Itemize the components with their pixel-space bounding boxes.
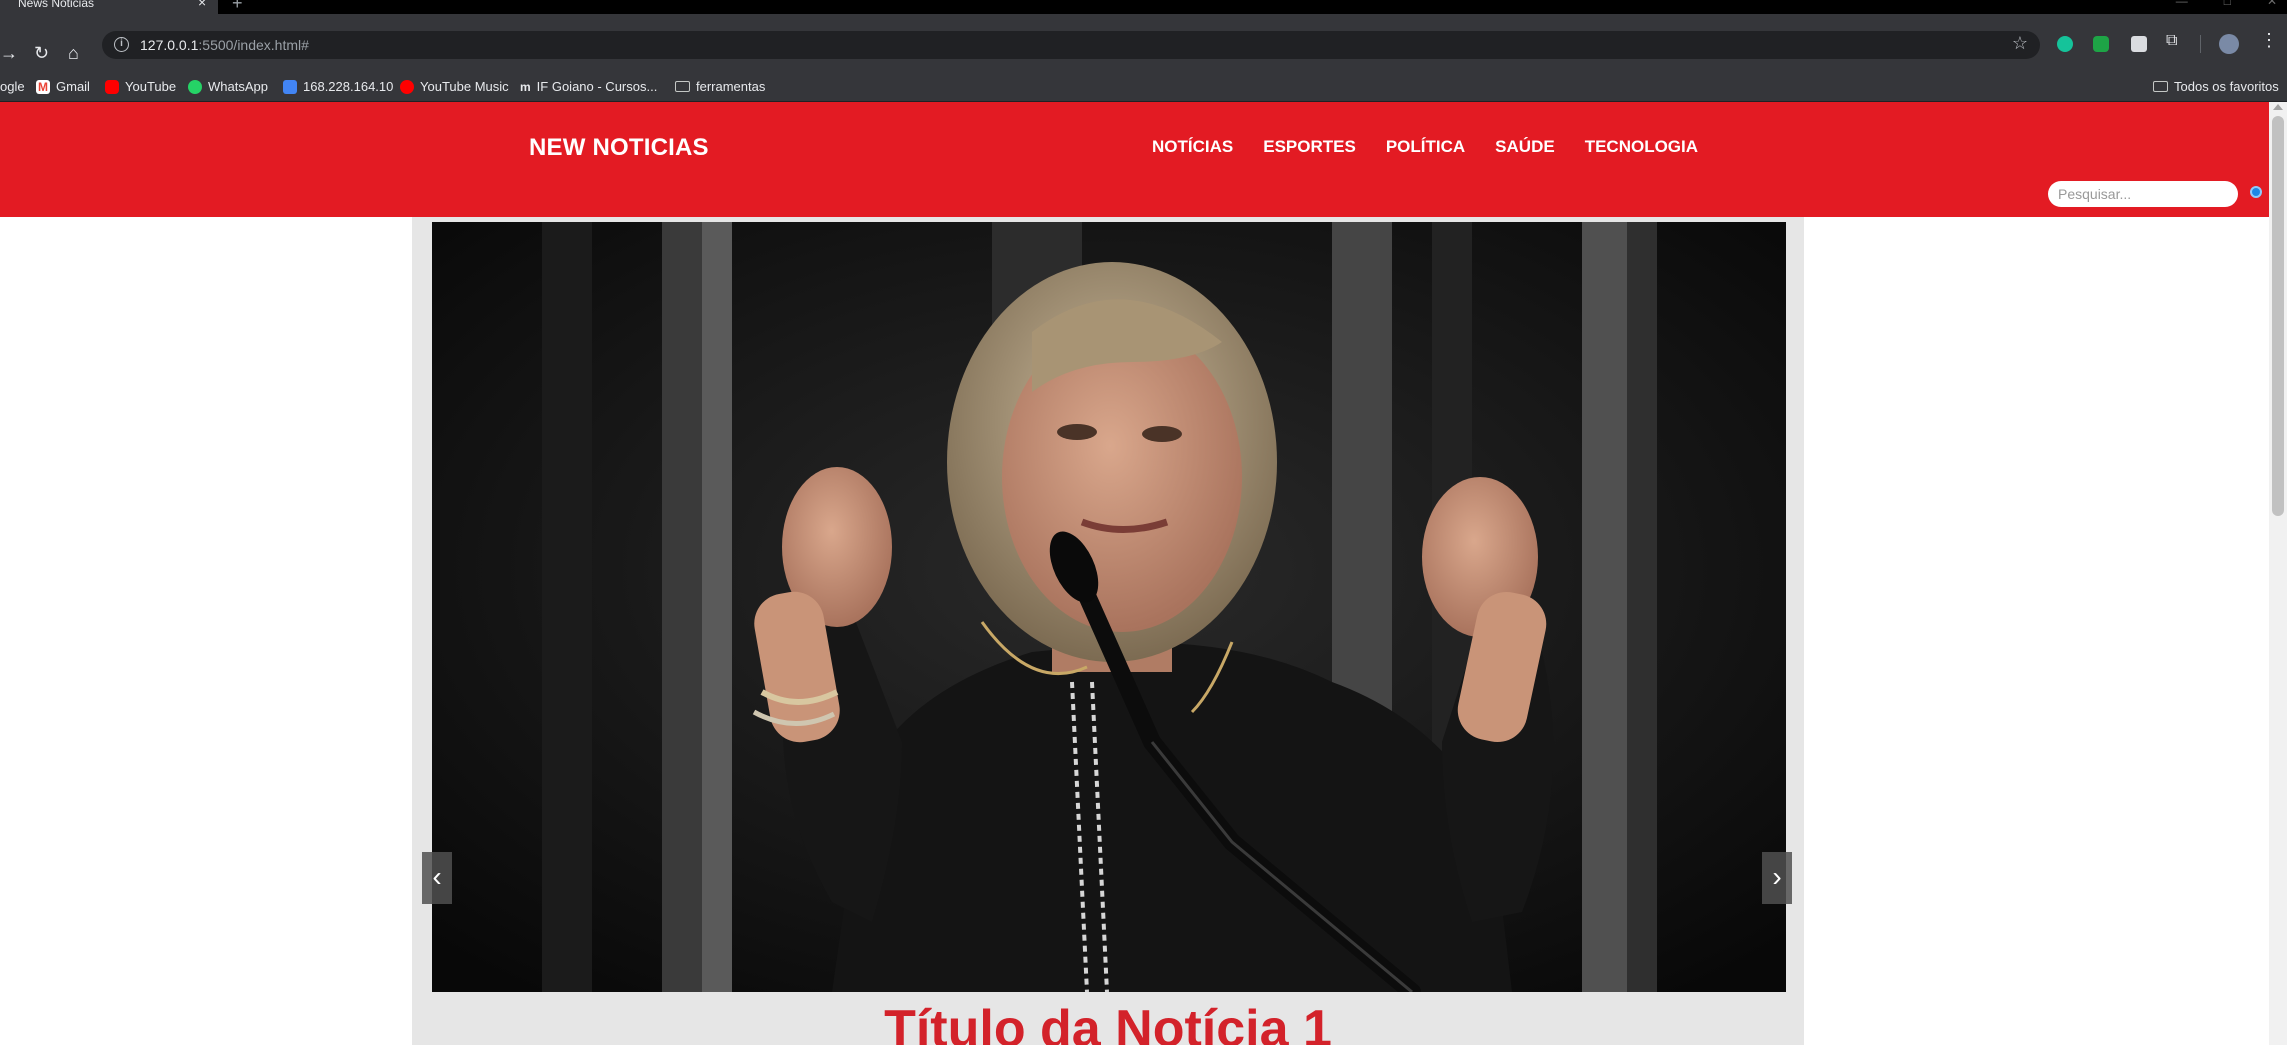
bookmark-gmail[interactable]: M Gmail — [36, 79, 90, 94]
bookmark-label: Gmail — [56, 79, 90, 94]
youtube-music-icon — [400, 79, 414, 94]
toolbar-divider — [2200, 35, 2201, 53]
browser-menu-icon[interactable]: ⋮ — [2260, 30, 2278, 51]
site-header: NEW NOTICIAS NOTÍCIAS ESPORTES POLÍTICA … — [0, 102, 2269, 217]
grammarly-extension-icon[interactable] — [2057, 36, 2073, 52]
folder-icon — [2153, 81, 2168, 92]
nav-saude[interactable]: SAÚDE — [1495, 137, 1555, 157]
site-info-icon[interactable]: i — [114, 37, 129, 52]
youtube-icon — [105, 79, 119, 94]
url-path: :5500/index.html# — [198, 37, 309, 53]
address-bar[interactable]: i 127.0.0.1:5500/index.html# ☆ — [102, 31, 2040, 59]
bookmark-label: 168.228.164.10 — [303, 79, 394, 94]
tab-strip: News Noticias × + — □ ✕ — [0, 0, 2287, 14]
bookmark-label: IF Goiano - Cursos... — [536, 79, 658, 94]
browser-tab[interactable]: News Noticias × — [0, 0, 218, 14]
gmail-icon: M — [36, 79, 50, 94]
minimize-icon[interactable]: — — [2176, 0, 2188, 8]
bookmark-label: ogle — [0, 79, 25, 94]
page-scrollbar[interactable] — [2269, 102, 2287, 1045]
url-host: 127.0.0.1 — [140, 37, 199, 53]
scroll-up-icon[interactable] — [2273, 104, 2283, 110]
bookmark-label: YouTube — [125, 79, 177, 94]
bookmark-star-icon[interactable]: ☆ — [2012, 33, 2028, 54]
extensions-puzzle-icon[interactable]: ⧉ — [2166, 32, 2177, 50]
nav-politica[interactable]: POLÍTICA — [1386, 137, 1465, 157]
bookmark-youtube[interactable]: YouTube — [105, 79, 176, 94]
bookmark-label: WhatsApp — [208, 79, 268, 94]
moodle-icon: m — [520, 79, 531, 94]
bookmark-youtube-music[interactable]: YouTube Music — [400, 79, 509, 94]
folder-icon — [675, 81, 690, 92]
tab-title: News Noticias — [18, 0, 95, 10]
bookmark-if-goiano[interactable]: m IF Goiano - Cursos... — [520, 79, 657, 94]
forward-icon[interactable]: → — [0, 44, 18, 62]
slide-image — [432, 222, 1786, 992]
all-bookmarks-folder[interactable]: Todos os favoritos — [2153, 79, 2279, 94]
bookmarks-bar: ogle M Gmail YouTube WhatsApp 168.228.16… — [0, 70, 2287, 102]
window-controls: — □ ✕ — [2176, 0, 2277, 8]
slide-title[interactable]: Título da Notícia 1 — [412, 999, 1804, 1045]
all-bookmarks-label: Todos os favoritos — [2174, 79, 2279, 94]
whatsapp-icon — [188, 79, 202, 94]
profile-avatar[interactable] — [2219, 34, 2239, 54]
carousel-next-button[interactable]: › — [1762, 852, 1792, 904]
scrollbar-thumb[interactable] — [2272, 116, 2284, 516]
nav-esportes[interactable]: ESPORTES — [1263, 137, 1356, 157]
web-page: NEW NOTICIAS NOTÍCIAS ESPORTES POLÍTICA … — [0, 102, 2269, 1045]
url-text[interactable]: 127.0.0.1:5500/index.html# — [140, 37, 309, 53]
nav-noticias[interactable]: NOTÍCIAS — [1152, 137, 1233, 157]
search-input[interactable] — [2048, 181, 2238, 207]
new-tab-icon[interactable]: + — [232, 0, 243, 14]
bookmark-ip-server[interactable]: 168.228.164.10 — [283, 79, 393, 94]
site-logo[interactable]: NEW NOTICIAS — [529, 134, 709, 162]
server-icon — [283, 79, 297, 94]
carousel-prev-button[interactable]: ‹ — [422, 852, 452, 904]
close-tab-icon[interactable]: × — [198, 0, 206, 10]
search-button[interactable] — [2250, 186, 2262, 198]
bookmark-whatsapp[interactable]: WhatsApp — [188, 79, 268, 94]
extension-icon[interactable] — [2093, 36, 2109, 52]
bookmark-google[interactable]: ogle — [0, 79, 25, 94]
main-nav: NOTÍCIAS ESPORTES POLÍTICA SAÚDE TECNOLO… — [1152, 137, 1698, 157]
extension-icon[interactable] — [2131, 36, 2147, 52]
bookmark-label: YouTube Music — [420, 79, 509, 94]
close-window-icon[interactable]: ✕ — [2267, 0, 2277, 8]
news-carousel: ‹ › Título da Notícia 1 — [412, 217, 1804, 1045]
maximize-icon[interactable]: □ — [2224, 0, 2231, 8]
home-icon[interactable]: ⌂ — [68, 44, 79, 62]
bookmark-label: ferramentas — [696, 79, 766, 94]
bookmark-folder-ferramentas[interactable]: ferramentas — [675, 79, 765, 94]
slide-photo — [432, 222, 1786, 992]
reload-icon[interactable]: ↻ — [34, 44, 49, 62]
nav-tecnologia[interactable]: TECNOLOGIA — [1585, 137, 1698, 157]
